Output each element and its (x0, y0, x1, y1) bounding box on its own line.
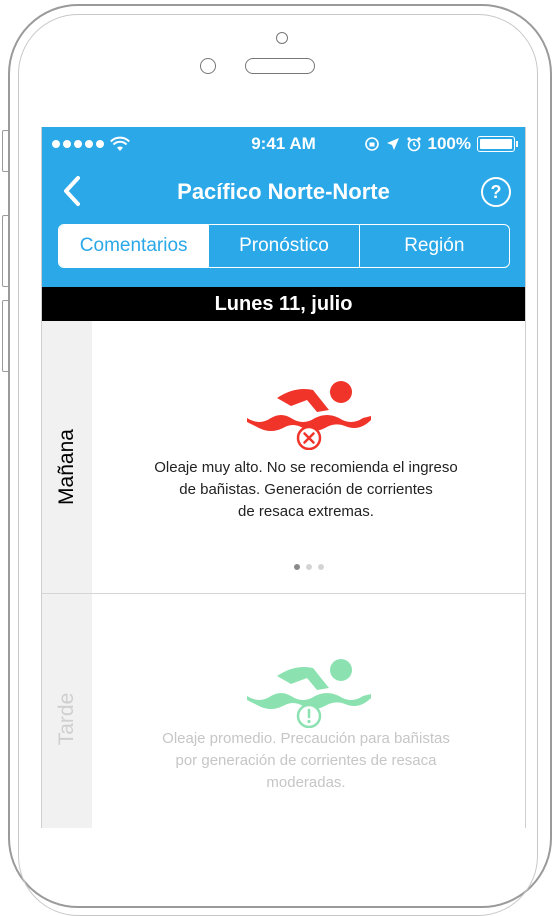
period-label: Mañana (55, 429, 78, 505)
swimmer-danger-icon (247, 381, 371, 450)
help-button[interactable]: ? (481, 177, 511, 207)
segmented-control: Comentarios Pronóstico Región (58, 224, 510, 268)
period-sidebar: Tarde (42, 594, 92, 828)
period-panel-afternoon[interactable]: Tarde Oleaje promedio. Precaución para b… (42, 594, 525, 828)
message-line: de resaca extremas. (238, 503, 374, 520)
period-label: Tarde (55, 692, 78, 746)
front-camera (200, 58, 216, 74)
tab-bar-container: Comentarios Pronóstico Región (42, 219, 525, 287)
battery-icon (477, 136, 518, 152)
status-right: 100% (364, 134, 518, 154)
swimmer-caution-icon (247, 659, 371, 728)
navigation-bar: Pacífico Norte-Norte ? (42, 161, 525, 219)
page-dot (317, 564, 324, 570)
period-sidebar: Mañana (42, 321, 92, 593)
date-header: Lunes 11, julio (42, 287, 525, 321)
status-bar: 9:41 AM 100% (42, 127, 525, 161)
phone-frame: 9:41 AM 100% Pacífico Norte-Norte ? Come… (0, 0, 558, 916)
page-dot-active (293, 564, 300, 570)
tab-pronostico[interactable]: Pronóstico (208, 225, 358, 267)
period-panel-morning[interactable]: Mañana Oleaje muy alto. No se recomienda… (42, 321, 525, 594)
rotation-lock-icon (364, 137, 379, 151)
period-message: Oleaje muy alto. No se recomienda el ing… (138, 457, 474, 523)
period-message: Oleaje promedio. Precaución para bañista… (138, 728, 474, 794)
alarm-icon (406, 137, 421, 152)
battery-percent: 100% (427, 134, 471, 153)
page-indicator[interactable] (42, 564, 525, 570)
message-line: de bañistas. Generación de corrientes (179, 481, 433, 498)
message-line: Oleaje promedio. Precaución para bañista… (162, 730, 450, 747)
message-line: moderadas. (266, 774, 346, 791)
tab-region[interactable]: Región (358, 225, 509, 267)
proximity-sensor (276, 32, 288, 44)
page-title: Pacífico Norte-Norte (177, 179, 390, 204)
earpiece-speaker (245, 58, 315, 74)
tab-comentarios[interactable]: Comentarios (59, 225, 209, 267)
message-line: Oleaje muy alto. No se recomienda el ing… (154, 459, 458, 476)
message-line: por generación de corrientes de resaca (175, 752, 437, 769)
page-dot (305, 564, 312, 570)
app-screen: 9:41 AM 100% Pacífico Norte-Norte ? Come… (41, 127, 526, 828)
location-icon (386, 138, 399, 150)
